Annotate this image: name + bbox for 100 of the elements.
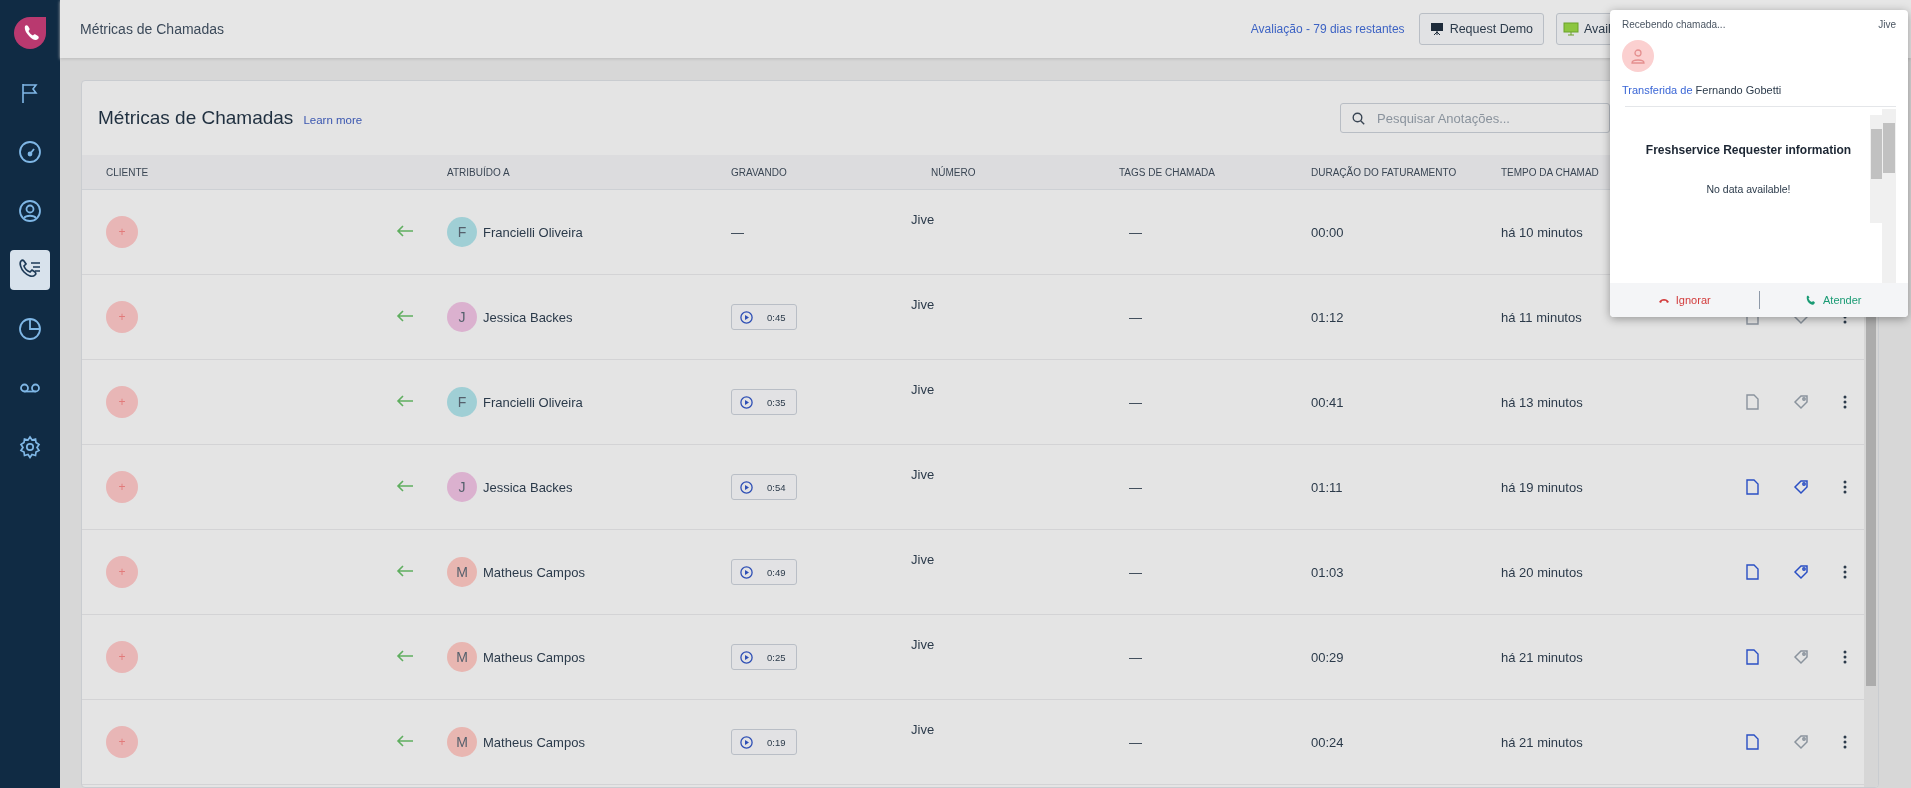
assignee-avatar: F	[447, 217, 477, 247]
billing-duration-cell-text: 00:00	[1311, 224, 1345, 240]
learn-more-link[interactable]: Learn more	[303, 114, 363, 126]
arrow-left-icon	[396, 309, 414, 322]
ignore-button[interactable]: Ignorar	[1610, 293, 1759, 307]
column-header[interactable]: CLIENTE	[106, 166, 149, 178]
column-header[interactable]: TEMPO DA CHAMAD	[1501, 166, 1599, 178]
billing-duration-cell-text: 00:29	[1311, 649, 1345, 665]
assignee-avatar: J	[447, 302, 477, 332]
recording-player[interactable]: 0:49	[731, 559, 797, 585]
kebab-menu-icon[interactable]	[1843, 395, 1847, 409]
call-tags-cell-text: —	[1129, 734, 1143, 750]
assignee-name: Jessica Backes	[483, 479, 573, 495]
play-icon	[740, 480, 753, 494]
number-cell-text: Jive	[911, 382, 936, 397]
user-circle-icon[interactable]	[18, 199, 42, 223]
request-demo-button[interactable]: Request Demo	[1418, 13, 1544, 45]
call-status: Recebendo chamada...	[1622, 19, 1726, 30]
kebab-menu-icon[interactable]	[1843, 735, 1847, 749]
call-tags-cell-text: —	[1129, 309, 1143, 325]
tag-icon[interactable]	[1793, 564, 1809, 580]
recording-player[interactable]: 0:25	[731, 644, 797, 670]
phone-icon	[1806, 294, 1817, 306]
billing-duration-cell-text: 00:41	[1311, 394, 1345, 410]
column-header[interactable]: TAGS DE CHAMADA	[1119, 166, 1215, 178]
assignee-avatar: F	[447, 387, 477, 417]
recording-player[interactable]: 0:54	[731, 474, 797, 500]
column-header[interactable]: GRAVANDO	[731, 166, 787, 178]
billing-duration-cell-text: 00:24	[1311, 734, 1345, 750]
gauge-icon[interactable]	[18, 140, 42, 164]
assignee-name: Francielli Oliveira	[483, 224, 583, 240]
assignee-avatar: J	[447, 472, 477, 502]
assignee-avatar: M	[447, 557, 477, 587]
play-icon	[740, 735, 753, 749]
arrow-left-icon	[396, 564, 414, 577]
note-icon[interactable]	[1746, 479, 1759, 495]
search-field[interactable]: Pesquisar Anotações...	[1340, 103, 1610, 133]
pie-chart-icon[interactable]	[18, 317, 42, 341]
arrow-left-icon	[396, 479, 414, 492]
note-icon[interactable]	[1746, 564, 1759, 580]
arrow-left-icon	[396, 649, 414, 662]
assignee-avatar: M	[447, 642, 477, 672]
provider-label: Jive	[1878, 19, 1896, 30]
presentation-icon	[1429, 22, 1444, 36]
assignee-name: Francielli Oliveira	[483, 394, 583, 410]
call-time-cell-text: há 20 minutos	[1501, 564, 1584, 580]
call-time-cell-text: há 19 minutos	[1501, 479, 1584, 495]
recording-player[interactable]: 0:35	[731, 389, 797, 415]
arrow-left-icon	[396, 734, 414, 747]
recording-player[interactable]: 0:19	[731, 729, 797, 755]
kebab-menu-icon[interactable]	[1843, 480, 1847, 494]
kebab-menu-icon[interactable]	[1843, 565, 1847, 579]
phone-logo-icon[interactable]	[13, 16, 47, 50]
assignee-name: Matheus Campos	[483, 649, 585, 665]
call-time-cell-text: há 13 minutos	[1501, 394, 1584, 410]
assignee-name: Matheus Campos	[483, 564, 585, 580]
assignee-name: Jessica Backes	[483, 309, 573, 325]
kebab-menu-icon[interactable]	[1843, 650, 1847, 664]
trial-link[interactable]: Avaliação - 79 dias restantes	[1250, 22, 1405, 36]
person-icon	[1631, 48, 1645, 64]
assignee-avatar: M	[447, 727, 477, 757]
panel-message: No data available!	[1706, 183, 1791, 195]
billing-duration-cell-text: 01:03	[1311, 564, 1345, 580]
note-icon[interactable]	[1746, 649, 1759, 665]
sidebar-item[interactable]	[10, 250, 50, 290]
call-tags-cell-text: —	[1129, 564, 1143, 580]
number-cell-text: Jive	[911, 722, 936, 737]
call-time-cell-text: há 21 minutos	[1501, 649, 1584, 665]
arrow-left-icon	[396, 224, 414, 237]
scrollbar[interactable]	[1882, 109, 1896, 283]
number-cell-text: Jive	[911, 637, 936, 652]
recording-player[interactable]: 0:45	[731, 304, 797, 330]
arrow-left-icon	[396, 394, 414, 407]
recording-empty: —	[731, 224, 744, 240]
play-icon	[740, 650, 753, 664]
number-cell-text: Jive	[911, 212, 936, 227]
call-time-cell-text: há 11 minutos	[1501, 309, 1583, 325]
card-title: Métricas de Chamadas	[98, 107, 294, 129]
hang-up-icon	[1657, 296, 1670, 304]
transfer-info: Transferida de Fernando Gobetti	[1622, 84, 1783, 96]
number-cell-text: Jive	[911, 552, 936, 567]
column-header[interactable]: ATRIBUÍDO A	[447, 166, 510, 178]
play-icon	[740, 565, 753, 579]
search-icon	[1352, 112, 1365, 125]
call-tags-cell-text: —	[1129, 224, 1143, 240]
call-tags-cell-text: —	[1129, 649, 1143, 665]
billing-duration-cell-text: 01:12	[1311, 309, 1345, 325]
column-header[interactable]: NÚMERO	[931, 166, 976, 178]
column-header[interactable]: DURAÇÃO DO FATURAMENTO	[1311, 166, 1457, 178]
page-title: Métricas de Chamadas	[80, 21, 225, 37]
number-cell-text: Jive	[911, 467, 936, 482]
tag-icon[interactable]	[1793, 479, 1809, 495]
number-cell-text: Jive	[911, 297, 936, 312]
call-tags-cell-text: —	[1129, 394, 1143, 410]
call-time-cell-text: há 21 minutos	[1501, 734, 1584, 750]
play-icon	[740, 310, 753, 324]
billing-duration-cell-text: 01:11	[1311, 479, 1344, 495]
settings-icon[interactable]	[18, 435, 42, 459]
call-tags-cell-text: —	[1129, 479, 1143, 495]
note-icon[interactable]	[1746, 734, 1759, 750]
